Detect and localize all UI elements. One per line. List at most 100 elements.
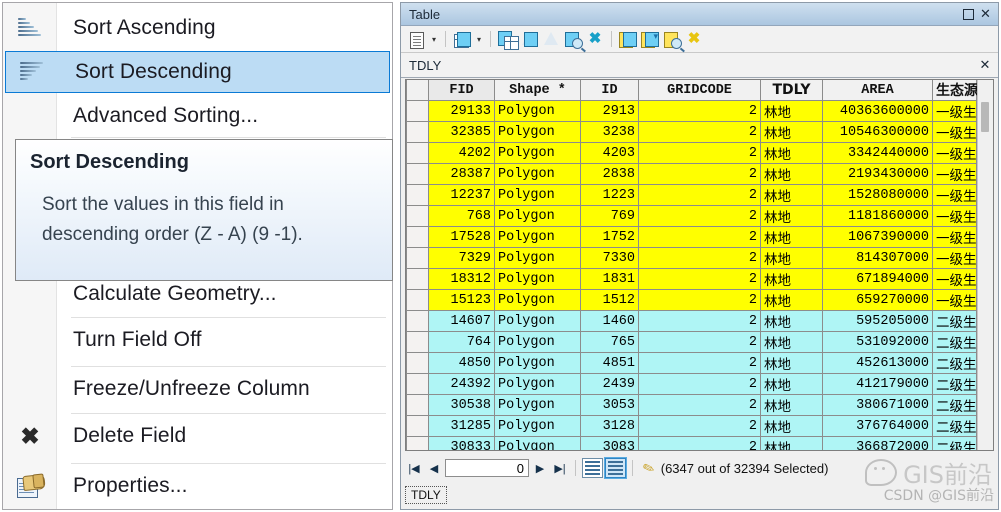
cell-shape[interactable]: Polygon: [494, 268, 581, 290]
cell-tdly[interactable]: 林地: [760, 142, 823, 164]
cell-fid[interactable]: 30538: [428, 394, 495, 416]
first-record-button[interactable]: |◀: [405, 458, 423, 478]
next-record-button[interactable]: ▶: [531, 458, 549, 478]
table-row[interactable]: 12237Polygon12232林地1528080000一级生态源地: [406, 184, 977, 206]
table-options-caret[interactable]: ▾: [429, 29, 439, 49]
select-all-icon[interactable]: [541, 29, 561, 49]
previous-record-button[interactable]: ◀: [425, 458, 443, 478]
table-row[interactable]: 17528Polygon17522林地1067390000一级生态源地: [406, 226, 977, 248]
row-selector[interactable]: [406, 415, 429, 437]
delete-x-yellow-icon[interactable]: ✖: [684, 29, 704, 49]
cell-shape[interactable]: Polygon: [494, 436, 581, 450]
cell-id[interactable]: 3053: [580, 394, 639, 416]
cell-id[interactable]: 769: [580, 205, 639, 227]
zoom-to-selected-icon[interactable]: [563, 29, 583, 49]
cell-shape[interactable]: Polygon: [494, 163, 581, 185]
column-header-fid[interactable]: FID: [428, 80, 495, 101]
cell-id[interactable]: 1460: [580, 310, 639, 332]
cell-area[interactable]: 366872000: [822, 436, 933, 450]
cell-shape[interactable]: Polygon: [494, 142, 581, 164]
cell-id[interactable]: 1831: [580, 268, 639, 290]
menu-item-freeze-unfreeze-column[interactable]: Freeze/Unfreeze Column: [4, 368, 391, 410]
menu-item-properties[interactable]: Properties...: [4, 465, 391, 507]
cell-tdly[interactable]: 林地: [760, 436, 823, 450]
cell-eco[interactable]: 一级生态源地: [932, 142, 977, 164]
table-row[interactable]: 15123Polygon15122林地659270000一级生态源地: [406, 289, 977, 311]
cell-id[interactable]: 2913: [580, 100, 639, 122]
cell-gridcode[interactable]: 2: [638, 289, 761, 311]
cell-gridcode[interactable]: 2: [638, 352, 761, 374]
cell-tdly[interactable]: 林地: [760, 247, 823, 269]
tab-close-icon[interactable]: ✕: [978, 57, 992, 73]
row-selector[interactable]: [406, 310, 429, 332]
cell-area[interactable]: 452613000: [822, 352, 933, 374]
row-selector[interactable]: [406, 394, 429, 416]
cell-tdly[interactable]: 林地: [760, 163, 823, 185]
related-tables-caret[interactable]: ▾: [474, 29, 484, 49]
cell-eco[interactable]: 二级生态源地: [932, 373, 977, 395]
row-selector[interactable]: [406, 352, 429, 374]
row-selector[interactable]: [406, 100, 429, 122]
table-row[interactable]: 4202Polygon42032林地3342440000一级生态源地: [406, 142, 977, 164]
show-selected-records-button[interactable]: [604, 457, 627, 479]
row-selector[interactable]: [406, 268, 429, 290]
table-row[interactable]: 7329Polygon73302林地814307000一级生态源地: [406, 247, 977, 269]
show-all-records-button[interactable]: [582, 458, 603, 478]
cell-area[interactable]: 380671000: [822, 394, 933, 416]
cell-eco[interactable]: 二级生态源地: [932, 331, 977, 353]
cell-tdly[interactable]: 林地: [760, 331, 823, 353]
cell-eco[interactable]: 二级生态源地: [932, 352, 977, 374]
zoom-selected-alt-icon[interactable]: [662, 29, 682, 49]
table-row[interactable]: 31285Polygon31282林地376764000二级生态源地: [406, 415, 977, 437]
row-selector[interactable]: [406, 142, 429, 164]
column-header-tdly[interactable]: TDLY: [760, 80, 823, 101]
cell-gridcode[interactable]: 2: [638, 205, 761, 227]
cell-gridcode[interactable]: 2: [638, 142, 761, 164]
cell-gridcode[interactable]: 2: [638, 247, 761, 269]
cell-tdly[interactable]: 林地: [760, 373, 823, 395]
cell-id[interactable]: 765: [580, 331, 639, 353]
table-row[interactable]: 30833Polygon30832林地366872000二级生态源地: [406, 436, 977, 450]
cell-eco[interactable]: 二级生态源地: [932, 436, 977, 450]
cell-shape[interactable]: Polygon: [494, 121, 581, 143]
cell-shape[interactable]: Polygon: [494, 100, 581, 122]
cell-shape[interactable]: Polygon: [494, 184, 581, 206]
cell-gridcode[interactable]: 2: [638, 268, 761, 290]
cell-gridcode[interactable]: 2: [638, 226, 761, 248]
move-field-icon[interactable]: [618, 29, 638, 49]
cell-fid[interactable]: 28387: [428, 163, 495, 185]
cell-gridcode[interactable]: 2: [638, 373, 761, 395]
cell-tdly[interactable]: 林地: [760, 310, 823, 332]
column-header-eco[interactable]: 生态源地: [932, 80, 977, 101]
cell-tdly[interactable]: 林地: [760, 352, 823, 374]
switch-selection-icon[interactable]: [519, 29, 539, 49]
cell-gridcode[interactable]: 2: [638, 163, 761, 185]
cell-tdly[interactable]: 林地: [760, 100, 823, 122]
cell-eco[interactable]: 一级生态源地: [932, 100, 977, 122]
cell-eco[interactable]: 一级生态源地: [932, 184, 977, 206]
cell-area[interactable]: 671894000: [822, 268, 933, 290]
cell-area[interactable]: 412179000: [822, 373, 933, 395]
row-selector[interactable]: [406, 247, 429, 269]
cell-fid[interactable]: 30833: [428, 436, 495, 450]
table-row[interactable]: 4850Polygon48512林地452613000二级生态源地: [406, 352, 977, 374]
cell-eco[interactable]: 一级生态源地: [932, 226, 977, 248]
menu-item-advanced-sorting[interactable]: Advanced Sorting...: [4, 95, 391, 137]
cell-id[interactable]: 3083: [580, 436, 639, 450]
row-selector[interactable]: [406, 184, 429, 206]
cell-fid[interactable]: 12237: [428, 184, 495, 206]
restore-button[interactable]: [960, 6, 977, 22]
table-options-icon[interactable]: [407, 29, 427, 49]
cell-shape[interactable]: Polygon: [494, 352, 581, 374]
row-selector[interactable]: [406, 205, 429, 227]
cell-fid[interactable]: 4850: [428, 352, 495, 374]
cell-eco[interactable]: 一级生态源地: [932, 268, 977, 290]
cell-eco[interactable]: 一级生态源地: [932, 121, 977, 143]
cell-area[interactable]: 2193430000: [822, 163, 933, 185]
grid-vertical-scrollbar[interactable]: [977, 80, 993, 450]
cell-eco[interactable]: 一级生态源地: [932, 205, 977, 227]
table-row[interactable]: 18312Polygon18312林地671894000一级生态源地: [406, 268, 977, 290]
column-header-id[interactable]: ID: [580, 80, 639, 101]
table-row[interactable]: 29133Polygon29132林地40363600000一级生态源地: [406, 100, 977, 122]
table-row[interactable]: 24392Polygon24392林地412179000二级生态源地: [406, 373, 977, 395]
